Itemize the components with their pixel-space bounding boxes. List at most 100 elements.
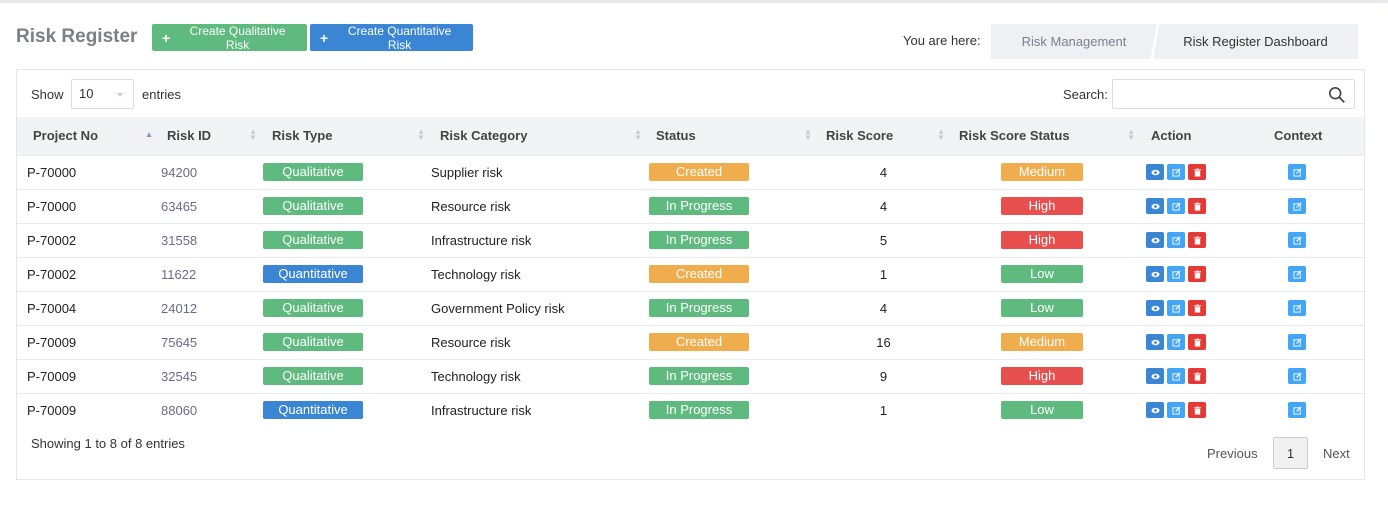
context-edit-button[interactable] xyxy=(1288,266,1306,282)
col-risk-score[interactable]: Risk Score ▲ ▼ xyxy=(818,117,951,155)
col-status[interactable]: Status ▲ ▼ xyxy=(648,117,818,155)
eye-icon xyxy=(1150,199,1160,214)
risk-type-badge: Quantitative xyxy=(263,401,363,420)
sort-icon: ▲ ▼ xyxy=(634,127,642,142)
risk-id-cell: 88060 xyxy=(161,402,198,418)
delete-button[interactable] xyxy=(1188,266,1206,282)
entries-length-select[interactable]: 10 xyxy=(71,79,134,109)
breadcrumb-risk-management[interactable]: Risk Management xyxy=(991,24,1157,59)
breadcrumb-risk-register-dashboard[interactable]: Risk Register Dashboard xyxy=(1153,24,1358,59)
edit-button[interactable] xyxy=(1167,266,1185,282)
delete-button[interactable] xyxy=(1188,300,1206,316)
edit-icon xyxy=(1292,267,1302,282)
eye-icon xyxy=(1150,233,1160,248)
edit-button[interactable] xyxy=(1167,232,1185,248)
sort-icon: ▲ ▼ xyxy=(249,127,257,142)
edit-button[interactable] xyxy=(1167,334,1185,350)
risk-score-status-badge: Medium xyxy=(1001,163,1083,181)
context-edit-button[interactable] xyxy=(1288,300,1306,316)
risk-id-cell: 11622 xyxy=(161,266,197,282)
project-no-cell: P-70000 xyxy=(27,164,77,180)
risk-type-badge: Qualitative xyxy=(263,367,363,385)
context-edit-button[interactable] xyxy=(1288,198,1306,214)
trash-icon xyxy=(1193,335,1202,350)
context-edit-button[interactable] xyxy=(1288,164,1306,180)
risk-score-cell: 9 xyxy=(879,368,888,384)
col-risk-score-status[interactable]: Risk Score Status ▲ ▼ xyxy=(951,117,1141,155)
search-input[interactable] xyxy=(1112,79,1355,109)
context-edit-button[interactable] xyxy=(1288,368,1306,384)
context-edit-button[interactable] xyxy=(1288,232,1306,248)
edit-button[interactable] xyxy=(1167,164,1185,180)
risk-score-status-badge: High xyxy=(1001,367,1083,385)
col-action: Action xyxy=(1151,128,1192,144)
edit-icon xyxy=(1171,369,1181,384)
status-badge: In Progress xyxy=(649,401,749,420)
trash-icon xyxy=(1193,301,1202,316)
view-button[interactable] xyxy=(1146,334,1164,350)
edit-button[interactable] xyxy=(1167,198,1185,214)
create-qualitative-risk-button[interactable]: + Create Qualitative Risk xyxy=(152,23,307,52)
entries-length-value: 10 xyxy=(79,86,94,101)
risk-score-status-badge: High xyxy=(1001,197,1083,215)
edit-icon xyxy=(1292,199,1302,214)
col-context: Context xyxy=(1274,128,1323,144)
search-label: Search: xyxy=(1063,87,1108,102)
view-button[interactable] xyxy=(1146,164,1164,180)
search-icon[interactable] xyxy=(1328,86,1346,104)
edit-button[interactable] xyxy=(1167,300,1185,316)
risk-id-cell: 32545 xyxy=(161,368,198,384)
col-risk-id[interactable]: Risk ID ▲ ▼ xyxy=(159,117,263,155)
show-label: Show xyxy=(31,87,64,102)
view-button[interactable] xyxy=(1146,402,1164,419)
risk-score-status-badge: Medium xyxy=(1001,333,1083,351)
risk-table-panel: Show 10 entries Search: Project No ▲ Risk… xyxy=(16,69,1365,480)
view-button[interactable] xyxy=(1146,368,1164,384)
delete-button[interactable] xyxy=(1188,368,1206,384)
col-risk-type[interactable]: Risk Type ▲ ▼ xyxy=(263,117,431,155)
project-no-cell: P-70009 xyxy=(27,334,77,350)
caret-down-icon xyxy=(117,93,123,97)
risk-type-badge: Qualitative xyxy=(263,231,363,249)
delete-button[interactable] xyxy=(1188,334,1206,350)
project-no-cell: P-70002 xyxy=(27,232,77,248)
delete-button[interactable] xyxy=(1188,232,1206,248)
edit-icon xyxy=(1171,403,1181,418)
context-edit-button[interactable] xyxy=(1288,402,1306,419)
breadcrumb-label: You are here: xyxy=(903,33,981,48)
risk-category-cell: Resource risk xyxy=(431,198,511,214)
delete-button[interactable] xyxy=(1188,198,1206,214)
view-button[interactable] xyxy=(1146,266,1164,282)
risk-category-cell: Resource risk xyxy=(431,334,511,350)
edit-button[interactable] xyxy=(1167,402,1185,419)
view-button[interactable] xyxy=(1146,300,1164,316)
trash-icon xyxy=(1193,369,1202,384)
create-qualitative-label: Create Qualitative Risk xyxy=(189,23,286,52)
delete-button[interactable] xyxy=(1188,402,1206,419)
edit-icon xyxy=(1292,403,1302,418)
risk-score-status-badge: Low xyxy=(1001,401,1083,420)
col-risk-category[interactable]: Risk Category ▲ ▼ xyxy=(431,117,648,155)
edit-icon xyxy=(1171,233,1181,248)
view-button[interactable] xyxy=(1146,198,1164,214)
table-row: P-70000 94200 Qualitative Supplier risk Crea… xyxy=(17,155,1364,189)
pagination-page-1[interactable]: 1 xyxy=(1273,437,1308,469)
pagination-previous[interactable]: Previous xyxy=(1207,446,1258,461)
plus-icon: + xyxy=(320,29,329,46)
context-edit-button[interactable] xyxy=(1288,334,1306,350)
risk-id-cell: 24012 xyxy=(161,300,198,316)
trash-icon xyxy=(1193,267,1202,282)
plus-icon: + xyxy=(162,29,171,46)
col-project-no[interactable]: Project No ▲ xyxy=(17,117,159,155)
edit-button[interactable] xyxy=(1167,368,1185,384)
create-quantitative-risk-button[interactable]: + Create Quantitative Risk xyxy=(310,24,473,52)
risk-score-status-badge: High xyxy=(1001,231,1083,249)
pagination-next[interactable]: Next xyxy=(1323,446,1350,461)
risk-table: Project No ▲ Risk ID ▲ ▼ Risk Type ▲ ▼ Risk C… xyxy=(17,117,1364,427)
table-header-row: Project No ▲ Risk ID ▲ ▼ Risk Type ▲ ▼ Risk C… xyxy=(17,117,1364,155)
top-border xyxy=(0,0,1388,3)
view-button[interactable] xyxy=(1146,232,1164,248)
risk-category-cell: Technology risk xyxy=(431,368,521,384)
delete-button[interactable] xyxy=(1188,164,1206,180)
edit-icon xyxy=(1292,369,1302,384)
